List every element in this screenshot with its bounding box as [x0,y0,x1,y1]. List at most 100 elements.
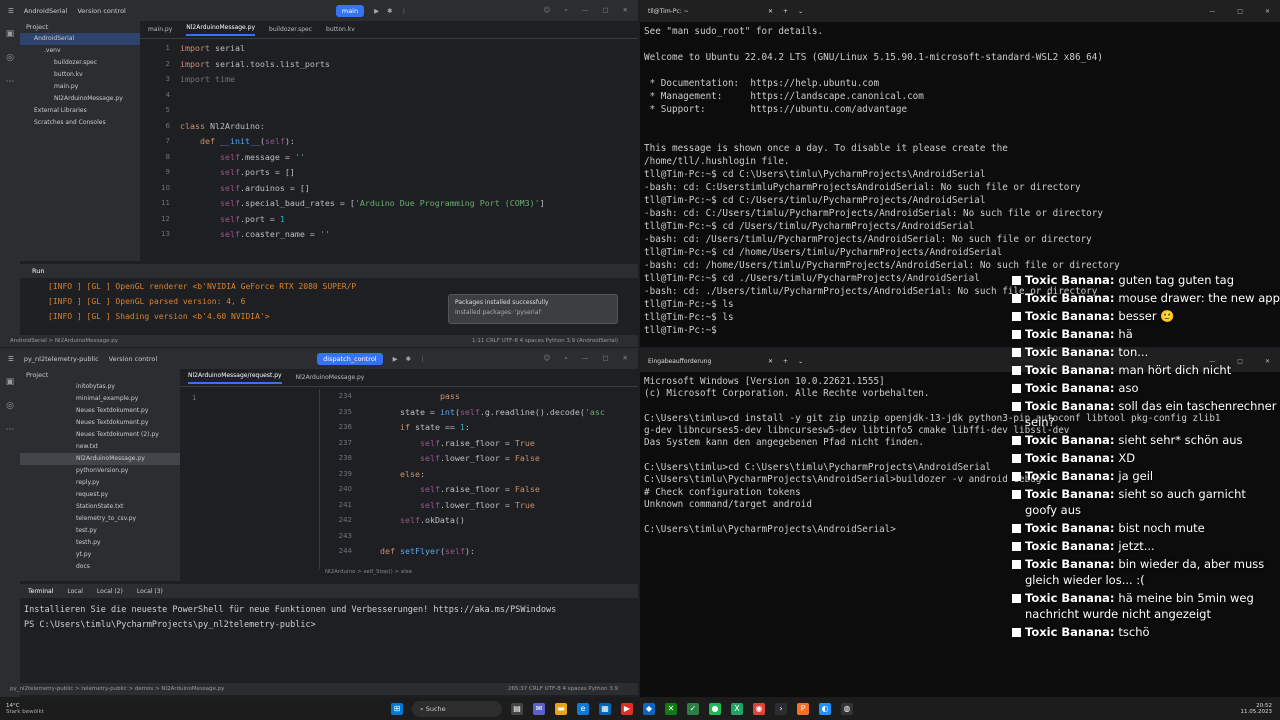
tree-item[interactable]: yt.py [20,549,180,561]
folder-icon[interactable]: ▣ [6,29,15,39]
tree-item[interactable]: pythonVersion.py [20,465,180,477]
tab-close-icon[interactable]: ✕ [768,358,773,365]
profile-icon[interactable]: ☺ [543,354,550,363]
minimize-icon[interactable]: — [582,354,589,363]
xbox-icon[interactable]: ✕ [665,702,677,715]
code-line[interactable]: self.coaster_name = '' [180,227,545,243]
app-icon[interactable]: ◆ [643,702,655,715]
tree-item[interactable]: Nl2ArduinoMessage.py [20,453,180,465]
menu-icon[interactable]: ☰ [8,7,14,15]
code-line[interactable]: self.lower_floor = True [360,498,605,514]
vcs-menu[interactable]: Version control [109,355,158,363]
branch-selector[interactable]: dispatch_control [317,352,383,365]
terminal-tab[interactable]: Terminal [28,588,53,595]
task-view-icon[interactable]: ▤ [511,702,523,715]
tree-item[interactable]: docs [20,561,180,573]
branch-selector[interactable]: main [335,4,365,17]
menu-icon[interactable]: ☰ [8,355,14,363]
tree-item[interactable]: reply.py [20,477,180,489]
code-line[interactable]: self.special_baud_rates = ['Arduino Due … [180,196,545,212]
status-info[interactable]: 1:11 CRLF UTF-8 4 spaces Python 3.9 (And… [472,338,638,344]
project-name[interactable]: AndroidSerial [24,7,68,15]
code-line[interactable]: self.raise_floor = True [360,436,605,452]
split-editor-left[interactable]: 1 [180,389,320,569]
commit-icon[interactable]: ◎ [6,401,14,411]
tree-item[interactable]: Neues Textdokument.py [20,405,180,417]
commit-icon[interactable]: ◎ [6,53,14,63]
code-line[interactable]: self.message = '' [180,150,545,166]
tree-item[interactable]: request.py [20,489,180,501]
code-line[interactable]: self.okData() [360,513,605,529]
code-line[interactable]: pass [360,389,605,405]
new-tab-icon[interactable]: + [783,358,788,365]
code-line[interactable]: import time [180,72,545,88]
terminal-output[interactable]: Installieren Sie die neueste PowerShell … [20,598,638,638]
youtube-icon[interactable]: ▶ [621,702,633,715]
tree-item[interactable]: AndroidSerial [20,33,140,45]
app-icon[interactable]: ◐ [819,702,831,715]
code-line[interactable]: self.ports = [] [180,165,545,181]
tree-item[interactable]: Scratches and Consoles [20,117,140,129]
maximize-icon[interactable]: □ [1237,8,1243,15]
folder-icon[interactable]: ▣ [6,377,15,387]
tree-item[interactable]: buildozer.spec [20,57,140,69]
code-line[interactable] [180,103,545,119]
run-tab[interactable]: Run [20,264,638,278]
code-line[interactable]: self.lower_floor = False [360,451,605,467]
tree-item[interactable]: Neues Textdokument (2).py [20,429,180,441]
editor-tab[interactable]: main.py [148,26,172,33]
more-icon[interactable]: ⋮ [401,7,408,15]
tree-item[interactable]: main.py [20,81,140,93]
tree-item[interactable]: StationState.txt [20,501,180,513]
debug-icon[interactable]: ✱ [387,7,392,15]
tab-close-icon[interactable]: ✕ [768,8,773,15]
breadcrumb[interactable]: Nl2Arduino > self_Stop() > else [325,569,412,575]
close-icon[interactable]: ✕ [623,6,628,15]
status-path[interactable]: py_nl2telemetry-public > telemetry-publi… [10,686,224,692]
close-icon[interactable]: ✕ [1265,8,1270,15]
code-line[interactable] [180,88,545,104]
tree-item[interactable]: minimal_example.py [20,393,180,405]
code-line[interactable] [360,529,605,545]
terminal-tab[interactable]: tll@Tim-Pc: ~ [648,8,758,15]
terminal-tab[interactable]: Local (3) [137,588,163,595]
more-icon[interactable]: ⋮ [419,355,426,363]
terminal-line[interactable]: PS C:\Users\timlu\PycharmProjects\py_nl2… [24,618,634,633]
code-line[interactable]: import serial [180,41,545,57]
pycharm-icon[interactable]: P [797,702,809,715]
code-line[interactable]: state = int(self.g.readline().decode('as… [360,405,605,421]
code-line[interactable]: self.port = 1 [180,212,545,228]
chevron-down-icon[interactable]: ⌄ [798,358,803,365]
new-tab-icon[interactable]: + [783,8,788,15]
structure-icon[interactable]: ⋯ [6,77,15,87]
app-icon[interactable]: ✓ [687,702,699,715]
code-line[interactable]: def __init__(self): [180,134,545,150]
code-line[interactable]: else: [360,467,605,483]
code-editor[interactable]: 1 2 3 4 5 6 7 8 9 10 11 12 13 import serial import se… [140,41,620,246]
editor-tab[interactable]: buildozer.spec [269,26,312,33]
terminal-line[interactable]: Installieren Sie die neueste PowerShell … [24,603,634,618]
structure-icon[interactable]: ⋯ [6,425,15,435]
code-content[interactable]: import serial import serial.tools.list_po… [180,41,545,243]
terminal-tab[interactable]: Eingabeaufforderung [648,358,758,365]
tree-item[interactable]: .venv [20,45,140,57]
maximize-icon[interactable]: □ [602,354,608,363]
code-line[interactable]: import serial.tools.list_ports [180,57,545,73]
edge-icon[interactable]: e [577,702,589,715]
terminal-icon[interactable]: › [775,702,787,715]
terminal-tab[interactable]: Local [67,588,83,595]
status-path[interactable]: AndroidSerial > Nl2ArduinoMessage.py [10,338,118,344]
tree-item[interactable]: telemetry_to_csv.py [20,513,180,525]
tree-item[interactable]: initobytas.py [20,381,180,393]
start-icon[interactable]: ⊞ [391,702,403,715]
code-line[interactable]: if state == 1: [360,420,605,436]
code-content[interactable]: pass state = int(self.g.readline().decod… [360,389,605,560]
project-name[interactable]: py_nl2telemetry-public [24,355,99,363]
chat-app-icon[interactable]: ✉ [533,702,545,715]
tree-item[interactable]: button.kv [20,69,140,81]
tree-item[interactable]: External Libraries [20,105,140,117]
tree-item[interactable]: new.txt [20,441,180,453]
file-explorer-icon[interactable]: ▬ [555,702,567,715]
chevron-down-icon[interactable]: ⌄ [798,8,803,15]
minimize-icon[interactable]: — [1209,8,1215,15]
